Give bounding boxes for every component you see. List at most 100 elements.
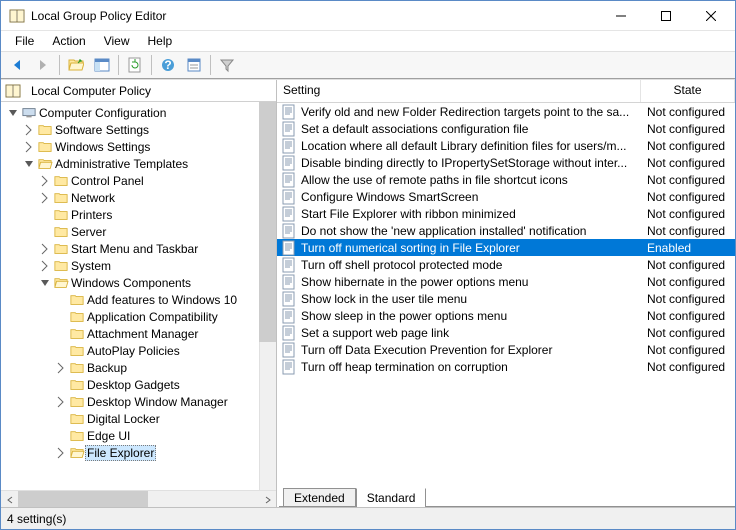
tree-header: Local Computer Policy xyxy=(1,80,276,102)
folder-icon xyxy=(69,412,85,426)
settings-row[interactable]: Turn off heap termination on corruption … xyxy=(277,358,735,375)
folder-icon xyxy=(53,242,69,256)
tree-item-selected[interactable]: File Explorer xyxy=(85,445,156,461)
menu-file[interactable]: File xyxy=(7,32,42,50)
tree-item[interactable]: Backup xyxy=(85,361,129,375)
folder-icon xyxy=(37,140,53,154)
expand-icon[interactable] xyxy=(37,241,53,257)
setting-icon xyxy=(281,308,297,324)
tree-vscrollbar[interactable] xyxy=(259,102,276,490)
folder-icon xyxy=(69,429,85,443)
tree-item[interactable]: Computer Configuration xyxy=(37,106,168,120)
close-button[interactable] xyxy=(688,1,733,30)
folder-icon xyxy=(53,191,69,205)
menu-help[interactable]: Help xyxy=(140,32,181,50)
scroll-right-icon[interactable] xyxy=(259,491,276,507)
settings-row[interactable]: Set a support web page link Not configur… xyxy=(277,324,735,341)
settings-row[interactable]: Turn off shell protocol protected mode N… xyxy=(277,256,735,273)
settings-row[interactable]: Verify old and new Folder Redirection ta… xyxy=(277,103,735,120)
tree-item[interactable]: Software Settings xyxy=(53,123,151,137)
tab-standard[interactable]: Standard xyxy=(356,488,427,507)
settings-row[interactable]: Start File Explorer with ribbon minimize… xyxy=(277,205,735,222)
tree-hscrollbar[interactable] xyxy=(1,490,276,507)
tree-item[interactable]: Start Menu and Taskbar xyxy=(69,242,200,256)
setting-state: Not configured xyxy=(647,173,735,187)
tree-item[interactable]: Add features to Windows 10 xyxy=(85,293,239,307)
setting-name: Allow the use of remote paths in file sh… xyxy=(301,173,647,187)
minimize-button[interactable] xyxy=(598,1,643,30)
setting-state: Enabled xyxy=(647,241,735,255)
scroll-thumb[interactable] xyxy=(18,491,148,507)
settings-row[interactable]: Turn off numerical sorting in File Explo… xyxy=(277,239,735,256)
tree-item[interactable]: Edge UI xyxy=(85,429,132,443)
menubar: File Action View Help xyxy=(1,31,735,51)
tree-item[interactable]: AutoPlay Policies xyxy=(85,344,182,358)
expand-icon[interactable] xyxy=(21,139,37,155)
expand-icon[interactable] xyxy=(53,394,69,410)
setting-name: Turn off shell protocol protected mode xyxy=(301,258,647,272)
settings-row[interactable]: Show sleep in the power options menu Not… xyxy=(277,307,735,324)
expand-icon[interactable] xyxy=(53,445,69,461)
filter-button[interactable] xyxy=(215,53,239,77)
settings-row[interactable]: Disable binding directly to IPropertySet… xyxy=(277,154,735,171)
tree-item[interactable]: Digital Locker xyxy=(85,412,162,426)
expand-icon[interactable] xyxy=(37,173,53,189)
settings-row[interactable]: Allow the use of remote paths in file sh… xyxy=(277,171,735,188)
setting-name: Start File Explorer with ribbon minimize… xyxy=(301,207,647,221)
tree-item[interactable]: Desktop Gadgets xyxy=(85,378,182,392)
tab-extended[interactable]: Extended xyxy=(283,488,356,507)
properties-button[interactable] xyxy=(182,53,206,77)
setting-state: Not configured xyxy=(647,292,735,306)
column-setting[interactable]: Setting xyxy=(277,80,641,102)
maximize-button[interactable] xyxy=(643,1,688,30)
folder-icon xyxy=(69,344,85,358)
settings-row[interactable]: Location where all default Library defin… xyxy=(277,137,735,154)
setting-icon xyxy=(281,206,297,222)
tree-item[interactable]: Application Compatibility xyxy=(85,310,220,324)
tree-item[interactable]: Network xyxy=(69,191,117,205)
show-hide-tree-button[interactable] xyxy=(90,53,114,77)
refresh-button[interactable] xyxy=(123,53,147,77)
menu-action[interactable]: Action xyxy=(44,32,93,50)
tree-item[interactable]: Administrative Templates xyxy=(53,157,190,171)
tree-item[interactable]: System xyxy=(69,259,113,273)
setting-state: Not configured xyxy=(647,258,735,272)
expand-icon[interactable] xyxy=(37,190,53,206)
back-button[interactable] xyxy=(5,53,29,77)
tree-item[interactable]: Server xyxy=(69,225,108,239)
collapse-icon[interactable] xyxy=(37,275,53,291)
setting-icon xyxy=(281,121,297,137)
expand-icon[interactable] xyxy=(53,360,69,376)
expand-icon[interactable] xyxy=(37,258,53,274)
computer-icon xyxy=(21,106,37,120)
up-button[interactable] xyxy=(64,53,88,77)
settings-row[interactable]: Configure Windows SmartScreen Not config… xyxy=(277,188,735,205)
settings-row[interactable]: Do not show the 'new application install… xyxy=(277,222,735,239)
settings-row[interactable]: Show hibernate in the power options menu… xyxy=(277,273,735,290)
tree-item[interactable]: Control Panel xyxy=(69,174,146,188)
tree-item[interactable]: Windows Settings xyxy=(53,140,152,154)
settings-row[interactable]: Show lock in the user tile menu Not conf… xyxy=(277,290,735,307)
scroll-thumb[interactable] xyxy=(259,102,276,342)
settings-list[interactable]: Verify old and new Folder Redirection ta… xyxy=(277,103,735,485)
setting-state: Not configured xyxy=(647,224,735,238)
setting-state: Not configured xyxy=(647,190,735,204)
tree[interactable]: Computer Configuration Software Settings… xyxy=(1,102,276,490)
expand-icon[interactable] xyxy=(21,122,37,138)
tree-item[interactable]: Printers xyxy=(69,208,114,222)
expand-icon[interactable] xyxy=(5,105,21,121)
policy-root-icon xyxy=(5,83,21,99)
setting-name: Disable binding directly to IPropertySet… xyxy=(301,156,647,170)
help-button[interactable]: ? xyxy=(156,53,180,77)
tree-item[interactable]: Desktop Window Manager xyxy=(85,395,230,409)
settings-row[interactable]: Set a default associations configuration… xyxy=(277,120,735,137)
settings-row[interactable]: Turn off Data Execution Prevention for E… xyxy=(277,341,735,358)
tree-item[interactable]: Windows Components xyxy=(69,276,193,290)
folder-icon xyxy=(53,174,69,188)
menu-view[interactable]: View xyxy=(96,32,138,50)
column-state[interactable]: State xyxy=(641,80,735,102)
forward-button[interactable] xyxy=(31,53,55,77)
collapse-icon[interactable] xyxy=(21,156,37,172)
tree-item[interactable]: Attachment Manager xyxy=(85,327,200,341)
scroll-left-icon[interactable] xyxy=(1,491,18,507)
